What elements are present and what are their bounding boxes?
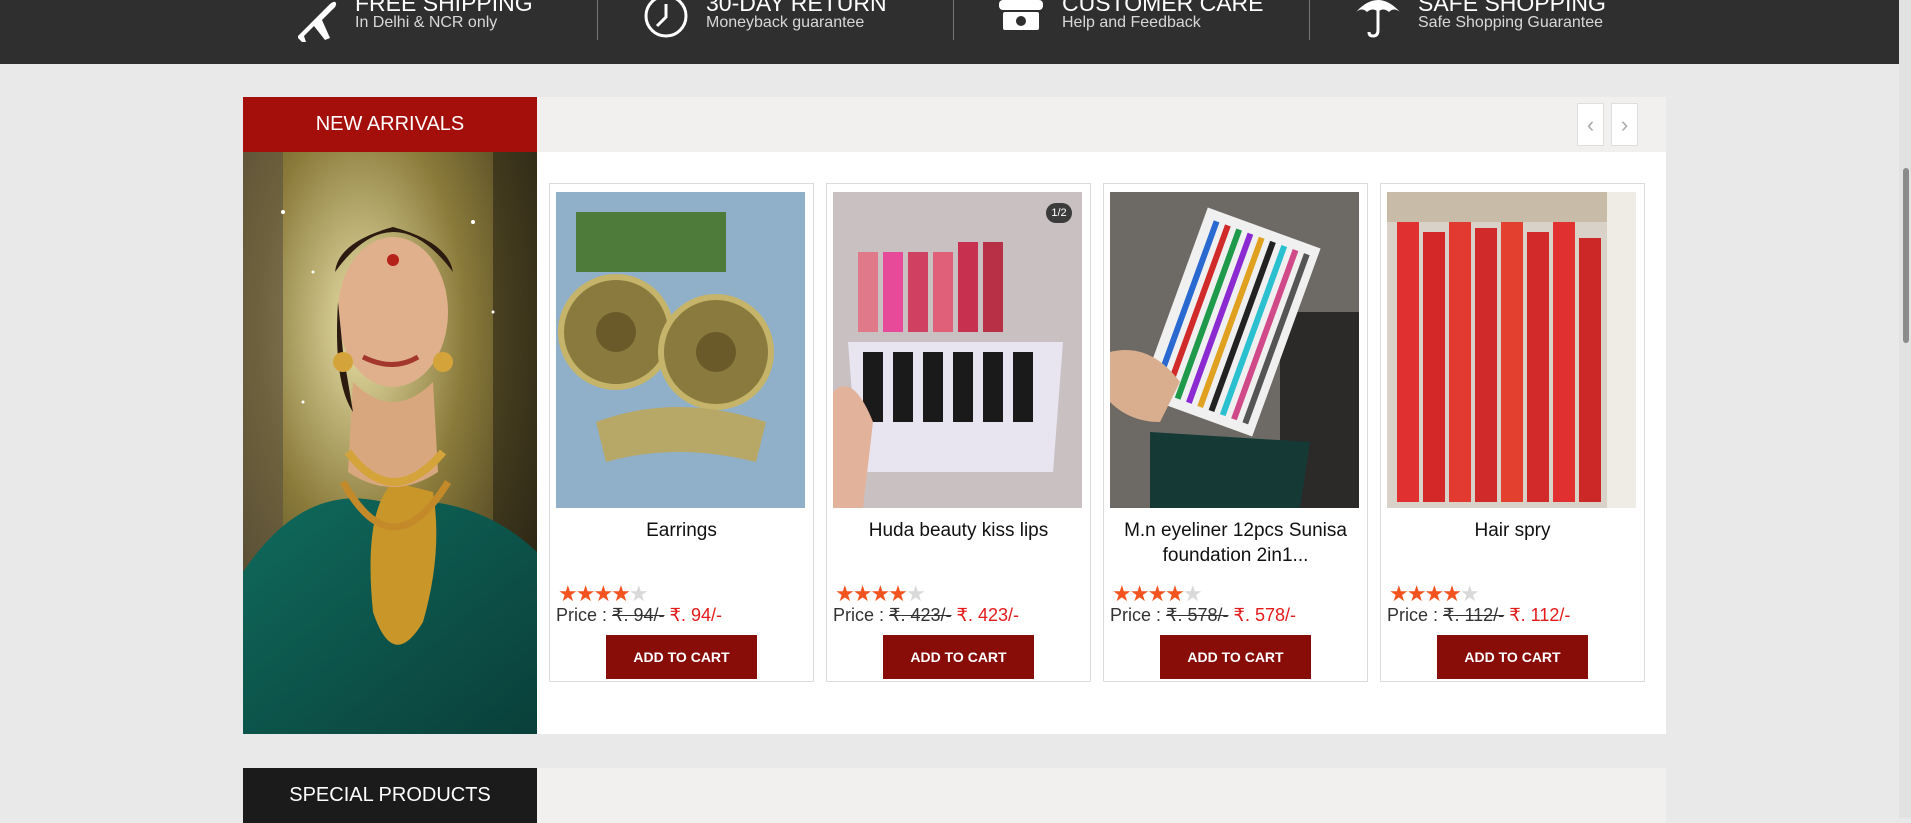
feature-bar: FREE SHIPPING In Delhi & NCR only 30-DAY… <box>0 0 1911 64</box>
new-arrivals-title: NEW ARRIVALS <box>243 97 537 152</box>
product-name[interactable]: Earrings <box>560 518 803 543</box>
feature-subtitle: Moneyback guarantee <box>706 14 865 31</box>
star-icon: ★★★★ <box>1112 581 1185 606</box>
add-to-cart-button[interactable]: ADD TO CART <box>1437 635 1588 679</box>
old-price: ₹. 94/- <box>612 605 665 625</box>
product-image[interactable] <box>1387 192 1636 508</box>
product-card[interactable]: M.n eyeliner 12pcs Sunisa foundation 2in… <box>1103 183 1368 682</box>
product-name[interactable]: Huda beauty kiss lips <box>837 518 1080 543</box>
product-card[interactable]: Hair spry ★★★★★ Price : ₹. 112/- ₹. 112/… <box>1380 183 1645 682</box>
product-image[interactable] <box>556 192 805 508</box>
scrollbar-thumb[interactable] <box>1903 168 1909 343</box>
carousel-prev-button[interactable]: ‹ <box>1577 103 1604 146</box>
product-name[interactable]: Hair spry <box>1391 518 1634 543</box>
star-icon: ★★★★ <box>558 581 631 606</box>
product-price: Price : ₹. 94/- ₹. 94/- <box>556 605 722 626</box>
product-image[interactable]: 1/2 <box>833 192 1082 508</box>
star-icon: ★★★★ <box>1389 581 1462 606</box>
product-price: Price : ₹. 578/- ₹. 578/- <box>1110 605 1296 626</box>
clock-icon <box>644 0 688 38</box>
new-arrivals-header: NEW ARRIVALS <box>243 97 1666 152</box>
sale-price: ₹. 94/- <box>669 605 723 625</box>
old-price: ₹. 578/- <box>1166 605 1229 625</box>
price-label: Price : <box>1110 605 1162 625</box>
old-price: ₹. 423/- <box>889 605 952 625</box>
feature-subtitle: In Delhi & NCR only <box>355 14 498 31</box>
product-image[interactable] <box>1110 192 1359 508</box>
price-label: Price : <box>833 605 885 625</box>
special-products-title: SPECIAL PRODUCTS <box>243 768 537 823</box>
add-to-cart-button[interactable]: ADD TO CART <box>606 635 757 679</box>
feature-subtitle: Safe Shopping Guarantee <box>1418 14 1604 31</box>
old-price: ₹. 112/- <box>1443 605 1505 625</box>
star-empty-icon: ★ <box>1459 581 1480 606</box>
banner-illustration <box>243 152 537 734</box>
price-label: Price : <box>556 605 608 625</box>
rating-stars: ★★★★★ <box>1112 581 1203 606</box>
promo-banner-image[interactable] <box>243 152 537 734</box>
product-card[interactable]: 1/2 Huda beauty kiss lips ★★★★★ Price : … <box>826 183 1091 682</box>
star-icon: ★★★★ <box>835 581 908 606</box>
image-count-badge: 1/2 <box>1046 203 1072 223</box>
rating-stars: ★★★★★ <box>835 581 926 606</box>
product-price: Price : ₹. 423/- ₹. 423/- <box>833 605 1019 626</box>
feature-subtitle: Help and Feedback <box>1062 14 1201 31</box>
airplane-icon <box>298 1 337 42</box>
price-label: Price : <box>1387 605 1439 625</box>
carousel-next-button[interactable]: › <box>1611 103 1638 146</box>
divider <box>597 0 598 40</box>
product-card[interactable]: Earrings ★★★★★ Price : ₹. 94/- ₹. 94/- A… <box>549 183 814 682</box>
rating-stars: ★★★★★ <box>558 581 649 606</box>
phone-icon <box>999 0 1043 30</box>
divider <box>953 0 954 40</box>
product-price: Price : ₹. 112/- ₹. 112/- <box>1387 605 1570 626</box>
chevron-left-icon: ‹ <box>1586 111 1595 137</box>
page-scrollbar[interactable] <box>1899 0 1911 818</box>
special-products-header: SPECIAL PRODUCTS <box>243 768 1666 823</box>
sale-price: ₹. 112/- <box>1509 605 1571 625</box>
add-to-cart-button[interactable]: ADD TO CART <box>883 635 1034 679</box>
star-empty-icon: ★ <box>905 581 926 606</box>
divider <box>1309 0 1310 40</box>
product-name[interactable]: M.n eyeliner 12pcs Sunisa foundation 2in… <box>1114 518 1357 568</box>
umbrella-icon <box>1356 0 1400 38</box>
sale-price: ₹. 423/- <box>956 605 1020 625</box>
star-empty-icon: ★ <box>628 581 649 606</box>
add-to-cart-button[interactable]: ADD TO CART <box>1160 635 1311 679</box>
sale-price: ₹. 578/- <box>1233 605 1297 625</box>
star-empty-icon: ★ <box>1182 581 1203 606</box>
chevron-right-icon: › <box>1620 111 1629 137</box>
rating-stars: ★★★★★ <box>1389 581 1480 606</box>
